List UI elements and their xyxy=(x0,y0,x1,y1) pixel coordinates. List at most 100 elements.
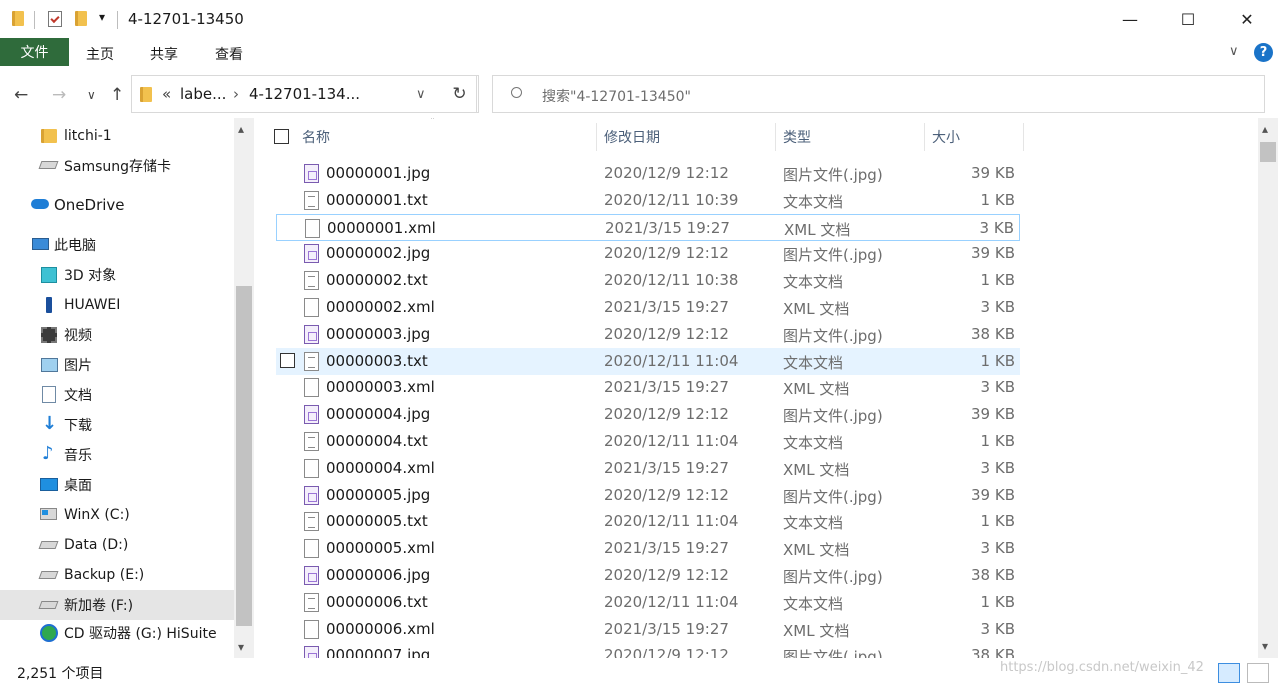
file-date: 2020/12/11 10:38 xyxy=(604,271,739,290)
file-date: 2021/3/15 19:27 xyxy=(604,619,729,638)
close-button[interactable]: ✕ xyxy=(1224,0,1270,38)
large-icons-view-button[interactable] xyxy=(1247,663,1269,683)
column-header-type[interactable]: 类型 xyxy=(783,118,811,156)
breadcrumb-item-labels[interactable]: labe... xyxy=(180,85,226,103)
sidebar-item-samsung[interactable]: Samsung存储卡 xyxy=(0,151,234,181)
sidebar-item-music[interactable]: ♪ 音乐 xyxy=(0,440,234,470)
properties-icon[interactable] xyxy=(48,11,62,27)
file-row[interactable]: 00000005.xml 2021/3/15 19:27 XML 文档 3 KB xyxy=(276,535,1020,562)
file-row[interactable]: 00000004.txt 2020/12/11 11:04 文本文档 1 KB xyxy=(276,428,1020,455)
details-view-button[interactable] xyxy=(1218,663,1240,683)
forward-button[interactable]: → xyxy=(52,85,66,105)
recent-locations-button[interactable]: ∨ xyxy=(87,88,96,102)
sidebar-item-litchi[interactable]: litchi-1 xyxy=(0,121,234,151)
sidebar-item-3d-objects[interactable]: 3D 对象 xyxy=(0,260,234,290)
back-button[interactable]: ← xyxy=(14,85,28,105)
ribbon: 文件 主页 共享 查看 ∨ ? xyxy=(0,38,1280,68)
search-box[interactable]: 搜索"4-12701-13450" xyxy=(492,75,1265,113)
sidebar-item-drive-c[interactable]: WinX (C:) xyxy=(0,500,234,530)
column-header-size[interactable]: 大小 xyxy=(932,118,960,156)
file-size: 39 KB xyxy=(971,244,1015,263)
new-folder-icon[interactable] xyxy=(75,11,87,26)
column-divider[interactable] xyxy=(924,123,925,151)
file-row[interactable]: 00000005.jpg 2020/12/9 12:12 图片文件(.jpg) 39 … xyxy=(276,482,1020,509)
file-row[interactable]: 00000006.xml 2021/3/15 19:27 XML 文档 3 KB xyxy=(276,616,1020,643)
text-file-icon xyxy=(304,432,319,451)
navigation-pane: litchi-1 Samsung存储卡 OneDrive 此电脑 3D 对象 H… xyxy=(0,118,256,658)
file-date: 2020/12/9 12:12 xyxy=(604,324,729,343)
tab-view[interactable]: 查看 xyxy=(215,44,243,64)
scroll-down-icon[interactable]: ▾ xyxy=(1262,639,1268,653)
maximize-button[interactable]: ☐ xyxy=(1165,0,1211,38)
file-row[interactable]: 00000002.txt 2020/12/11 10:38 文本文档 1 KB xyxy=(276,267,1020,294)
qat-dropdown-icon[interactable]: ▾ xyxy=(99,10,105,24)
column-header-date[interactable]: 修改日期 xyxy=(604,118,660,156)
up-button[interactable]: ↑ xyxy=(110,85,124,105)
sidebar-item-pictures[interactable]: 图片 xyxy=(0,350,234,380)
file-row[interactable]: 00000003.xml 2021/3/15 19:27 XML 文档 3 KB xyxy=(276,374,1020,401)
sidebar-item-desktop[interactable]: 桌面 xyxy=(0,470,234,500)
picture-icon xyxy=(41,358,58,372)
file-list-scroll-thumb[interactable] xyxy=(1260,142,1276,162)
sidebar-item-documents[interactable]: 文档 xyxy=(0,380,234,410)
address-dropdown-icon[interactable]: ∨ xyxy=(416,87,426,102)
help-icon[interactable]: ? xyxy=(1254,43,1273,62)
tab-share[interactable]: 共享 xyxy=(150,44,178,64)
sidebar-scroll-up-icon[interactable]: ▴ xyxy=(238,122,244,136)
sidebar-item-drive-f[interactable]: 新加卷 (F:) xyxy=(0,590,234,620)
file-row[interactable]: 00000001.xml 2021/3/15 19:27 XML 文档 3 KB xyxy=(276,213,1020,241)
file-row[interactable]: 00000003.txt 2020/12/11 11:04 文本文档 1 KB xyxy=(276,347,1020,375)
sidebar-scroll-thumb[interactable] xyxy=(236,286,252,626)
row-checkbox[interactable] xyxy=(280,352,295,368)
column-header-name[interactable]: 名称 xyxy=(302,118,330,156)
search-placeholder[interactable]: 搜索"4-12701-13450" xyxy=(542,86,691,106)
expand-ribbon-icon[interactable]: ∨ xyxy=(1229,44,1239,59)
file-row[interactable]: 00000001.jpg 2020/12/9 12:12 图片文件(.jpg) 39 … xyxy=(276,160,1020,187)
file-row[interactable]: 00000005.txt 2020/12/11 11:04 文本文档 1 KB xyxy=(276,508,1020,535)
scroll-up-icon[interactable]: ▴ xyxy=(1262,122,1268,136)
navigation-bar: ← → ∨ ↑ « labe... › 4-12701-134... ∨ ↻ 搜… xyxy=(0,72,1280,118)
file-size: 39 KB xyxy=(971,485,1015,504)
file-date: 2020/12/9 12:12 xyxy=(604,646,729,658)
sidebar-item-videos[interactable]: 视频 xyxy=(0,320,234,350)
computer-icon xyxy=(32,238,49,250)
sidebar-item-drive-g[interactable]: CD 驱动器 (G:) HiSuite xyxy=(0,618,234,648)
sidebar-item-drive-e[interactable]: Backup (E:) xyxy=(0,560,234,590)
column-divider[interactable] xyxy=(775,123,776,151)
file-type: 文本文档 xyxy=(783,353,844,372)
file-row[interactable]: 00000007.jpg 2020/12/9 12:12 图片文件(.jpg) 38 … xyxy=(276,642,1020,658)
qat-separator xyxy=(34,11,35,29)
file-type: XML 文档 xyxy=(783,300,850,318)
refresh-button[interactable]: ↻ xyxy=(441,75,479,113)
tab-file[interactable]: 文件 xyxy=(0,38,69,66)
breadcrumb-item-current[interactable]: 4-12701-134... xyxy=(249,85,360,103)
breadcrumb-chevron-icon[interactable]: › xyxy=(233,85,239,103)
file-row[interactable]: 00000003.jpg 2020/12/9 12:12 图片文件(.jpg) 38 … xyxy=(276,321,1020,348)
address-bar[interactable]: « labe... › 4-12701-134... ∨ xyxy=(131,75,477,113)
file-date: 2020/12/11 11:04 xyxy=(604,512,739,531)
file-row[interactable]: 00000004.xml 2021/3/15 19:27 XML 文档 3 KB xyxy=(276,455,1020,482)
sidebar-scroll-down-icon[interactable]: ▾ xyxy=(238,640,244,654)
file-row[interactable]: 00000006.txt 2020/12/11 11:04 文本文档 1 KB xyxy=(276,589,1020,616)
file-size: 3 KB xyxy=(980,378,1015,397)
minimize-button[interactable]: — xyxy=(1107,0,1153,38)
sidebar-item-onedrive[interactable]: OneDrive xyxy=(0,190,234,220)
breadcrumb-overflow[interactable]: « xyxy=(162,85,171,103)
sidebar-item-drive-d[interactable]: Data (D:) xyxy=(0,530,234,560)
file-row[interactable]: 00000002.jpg 2020/12/9 12:12 图片文件(.jpg) 39 … xyxy=(276,240,1020,267)
file-list-scrollbar[interactable] xyxy=(1258,118,1278,658)
column-divider[interactable] xyxy=(596,123,597,151)
sidebar-item-this-pc[interactable]: 此电脑 xyxy=(0,230,234,260)
file-row[interactable]: 00000006.jpg 2020/12/9 12:12 图片文件(.jpg) 38 … xyxy=(276,562,1020,589)
file-row[interactable]: 00000001.txt 2020/12/11 10:39 文本文档 1 KB xyxy=(276,187,1020,214)
tab-home[interactable]: 主页 xyxy=(86,44,114,64)
select-all-checkbox[interactable] xyxy=(274,129,289,144)
sidebar-item-huawei[interactable]: HUAWEI xyxy=(0,290,234,320)
file-size: 1 KB xyxy=(980,432,1015,450)
file-row[interactable]: 00000002.xml 2021/3/15 19:27 XML 文档 3 KB xyxy=(276,294,1020,321)
file-date: 2020/12/9 12:12 xyxy=(604,405,729,424)
sidebar-item-downloads[interactable]: ↓ 下载 xyxy=(0,410,234,440)
column-divider[interactable] xyxy=(1023,123,1024,151)
file-row[interactable]: 00000004.jpg 2020/12/9 12:12 图片文件(.jpg) 39 … xyxy=(276,401,1020,428)
file-date: 2020/12/11 11:04 xyxy=(604,432,739,450)
